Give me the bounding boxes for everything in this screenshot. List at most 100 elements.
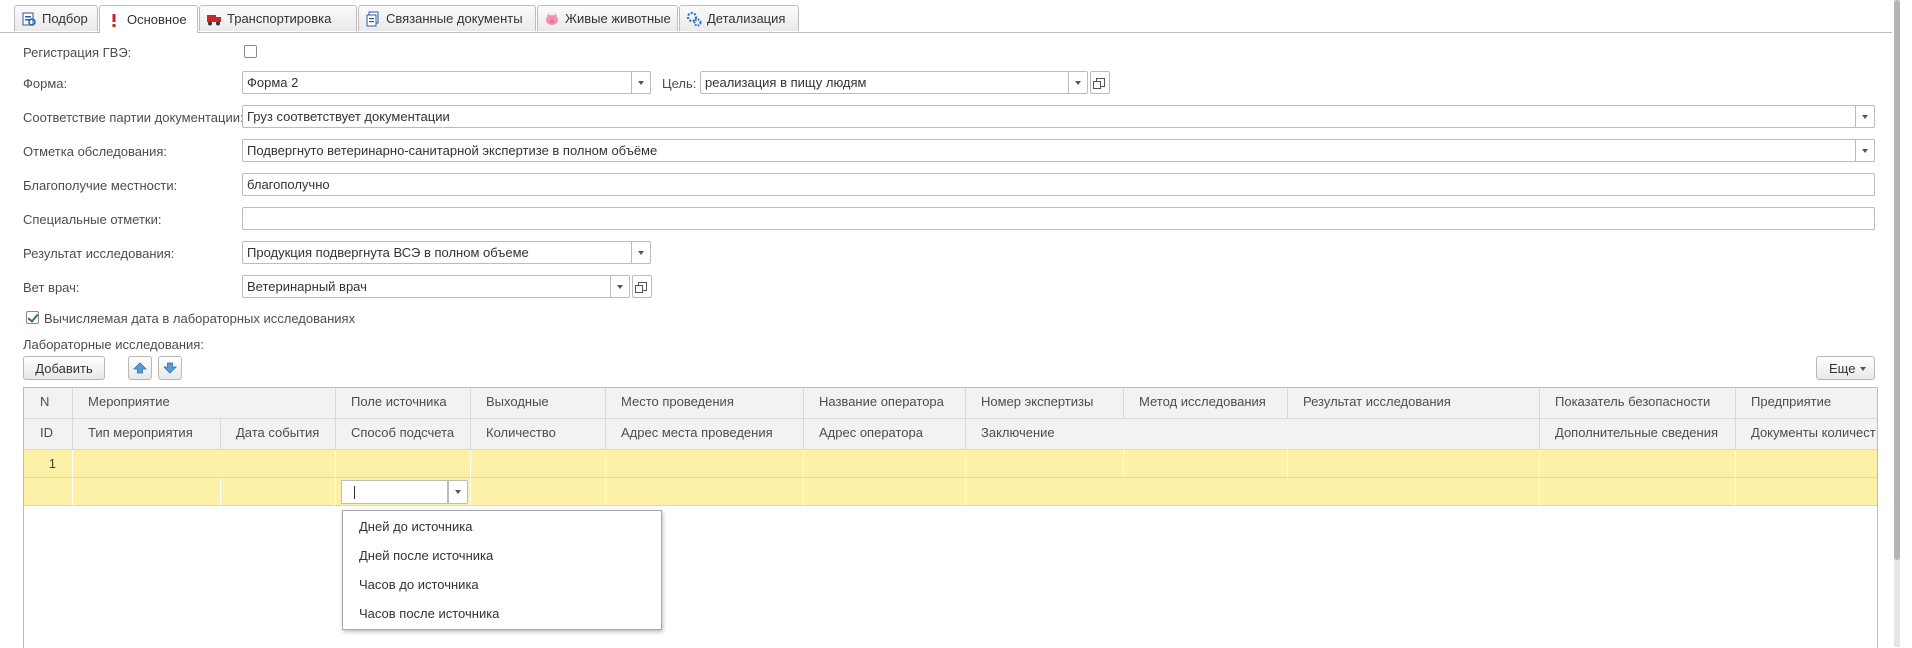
- table-cell[interactable]: [1736, 478, 1877, 506]
- tab-label: Подбор: [42, 11, 88, 26]
- sposob-podscheta-input[interactable]: [341, 480, 448, 504]
- computed-date-checkbox[interactable]: [26, 311, 39, 324]
- table-cell[interactable]: [966, 478, 1540, 506]
- col-header-dop-svedeniya[interactable]: Дополнительные сведения: [1540, 419, 1736, 450]
- wellbeing-field[interactable]: благополучно: [242, 173, 1875, 196]
- move-down-button[interactable]: [158, 356, 182, 380]
- col-header-id[interactable]: ID: [24, 419, 73, 450]
- tab-osnovnoe[interactable]: Основное: [99, 5, 198, 33]
- chevron-down-icon: [617, 284, 623, 289]
- dropdown-option[interactable]: Дней до источника: [359, 519, 472, 534]
- more-button[interactable]: Еще: [1816, 356, 1875, 380]
- tsel-open-button[interactable]: [1090, 71, 1110, 94]
- col-header-n[interactable]: N: [24, 388, 73, 419]
- tab-label: Связанные документы: [386, 11, 523, 26]
- inspection-field[interactable]: Подвергнуто ветеринарно-санитарной экспе…: [242, 139, 1856, 162]
- more-button-label: Еще: [1829, 360, 1856, 376]
- result-field[interactable]: Продукция подвергнута ВСЭ в полном объем…: [242, 241, 632, 264]
- col-header-nomer[interactable]: Номер экспертизы: [966, 388, 1124, 419]
- col-header-kolichestvo[interactable]: Количество: [471, 419, 606, 450]
- forma-field[interactable]: Форма 2: [242, 71, 632, 94]
- gve-label: Регистрация ГВЭ:: [23, 45, 132, 60]
- tsel-field[interactable]: реализация в пищу людям: [700, 71, 1070, 94]
- table-cell[interactable]: [471, 478, 606, 506]
- col-header-vyhodnye[interactable]: Выходные: [471, 388, 606, 419]
- vertical-scrollbar-thumb[interactable]: [1894, 0, 1900, 560]
- special-label: Специальные отметки:: [23, 212, 162, 227]
- col-header-rezultat[interactable]: Результат исследования: [1288, 388, 1540, 419]
- chevron-down-icon: [638, 250, 644, 255]
- tab-zhivye-zhivotnye[interactable]: Живые животные: [537, 5, 678, 31]
- text-cursor: [354, 486, 355, 499]
- special-field[interactable]: [242, 207, 1875, 230]
- tab-detalizatsiya[interactable]: Детализация: [679, 5, 799, 31]
- col-header-mesto[interactable]: Место проведения: [606, 388, 804, 419]
- move-up-button[interactable]: [128, 356, 152, 380]
- inspection-dropdown-button[interactable]: [1855, 139, 1875, 162]
- table-cell[interactable]: [471, 450, 606, 478]
- table-cell[interactable]: [221, 478, 336, 506]
- forma-dropdown-button[interactable]: [631, 71, 651, 94]
- chevron-down-icon: [455, 490, 461, 494]
- open-icon: [1092, 78, 1105, 89]
- col-header-zaklyuchenie[interactable]: Заключение: [966, 419, 1540, 450]
- result-dropdown-button[interactable]: [631, 241, 651, 264]
- table-cell[interactable]: [606, 478, 804, 506]
- inspection-label: Отметка обследования:: [23, 144, 168, 159]
- chevron-down-icon: [1862, 148, 1868, 153]
- chevron-down-icon: [638, 80, 644, 85]
- table-cell[interactable]: [73, 450, 336, 478]
- table-cell[interactable]: [804, 478, 966, 506]
- vet-field[interactable]: Ветеринарный врач: [242, 275, 612, 298]
- col-header-metod[interactable]: Метод исследования: [1124, 388, 1288, 419]
- row-number-cell[interactable]: 1: [24, 450, 73, 478]
- table-cell[interactable]: [1736, 450, 1877, 478]
- tab-podbor[interactable]: Подбор: [14, 5, 98, 31]
- chevron-down-icon: [1860, 367, 1866, 371]
- selection-icon: [21, 11, 37, 27]
- table-cell[interactable]: [804, 450, 966, 478]
- vet-open-button[interactable]: [632, 275, 652, 298]
- col-header-pole-istochnika[interactable]: Поле источника: [336, 388, 471, 419]
- result-label: Результат исследования:: [23, 246, 175, 261]
- table-cell[interactable]: [1540, 450, 1736, 478]
- tab-svyazannye-dokumenty[interactable]: Связанные документы: [358, 5, 536, 31]
- col-header-adres-mesta[interactable]: Адрес места проведения: [606, 419, 804, 450]
- col-header-operator[interactable]: Название оператора: [804, 388, 966, 419]
- table-cell[interactable]: [336, 450, 471, 478]
- table-cell[interactable]: [1124, 450, 1288, 478]
- table-cell[interactable]: [73, 478, 221, 506]
- conformity-dropdown-button[interactable]: [1855, 105, 1875, 128]
- open-icon: [634, 282, 647, 293]
- table-cell[interactable]: [1540, 478, 1736, 506]
- conformity-label: Соответствие партии документации:: [23, 110, 244, 125]
- table-cell[interactable]: [24, 478, 73, 506]
- dropdown-option[interactable]: Дней после источника: [359, 548, 493, 563]
- documents-icon: [365, 11, 381, 27]
- col-header-predpriyatie[interactable]: Предприятие: [1736, 388, 1877, 419]
- col-header-dokumenty[interactable]: Документы количест: [1736, 419, 1877, 450]
- dropdown-option[interactable]: Часов до источника: [359, 577, 479, 592]
- col-header-pokazatel[interactable]: Показатель безопасности: [1540, 388, 1736, 419]
- computed-date-label: Вычисляемая дата в лабораторных исследов…: [44, 311, 356, 326]
- tsel-dropdown-button[interactable]: [1068, 71, 1088, 94]
- conformity-field[interactable]: Груз соответствует документации: [242, 105, 1856, 128]
- table-cell[interactable]: [606, 450, 804, 478]
- tsel-label: Цель:: [662, 76, 697, 91]
- add-button[interactable]: Добавить: [23, 356, 105, 380]
- col-header-meropriyatie[interactable]: Мероприятие: [73, 388, 336, 419]
- arrow-down-icon: [163, 362, 177, 374]
- arrow-up-icon: [133, 362, 147, 374]
- lab-section-label: Лабораторные исследования:: [23, 337, 204, 352]
- vet-dropdown-button[interactable]: [610, 275, 630, 298]
- table-cell[interactable]: [966, 450, 1124, 478]
- col-header-sposob[interactable]: Способ подсчета: [336, 419, 471, 450]
- table-cell[interactable]: [1288, 450, 1540, 478]
- gve-checkbox[interactable]: [244, 45, 257, 58]
- col-header-tip[interactable]: Тип мероприятия: [73, 419, 221, 450]
- sposob-podscheta-dropdown-button[interactable]: [448, 480, 468, 504]
- col-header-adres-operatora[interactable]: Адрес оператора: [804, 419, 966, 450]
- col-header-data[interactable]: Дата события: [221, 419, 336, 450]
- tab-transportirovka[interactable]: Транспортировка: [199, 5, 357, 31]
- dropdown-option[interactable]: Часов после источника: [359, 606, 499, 621]
